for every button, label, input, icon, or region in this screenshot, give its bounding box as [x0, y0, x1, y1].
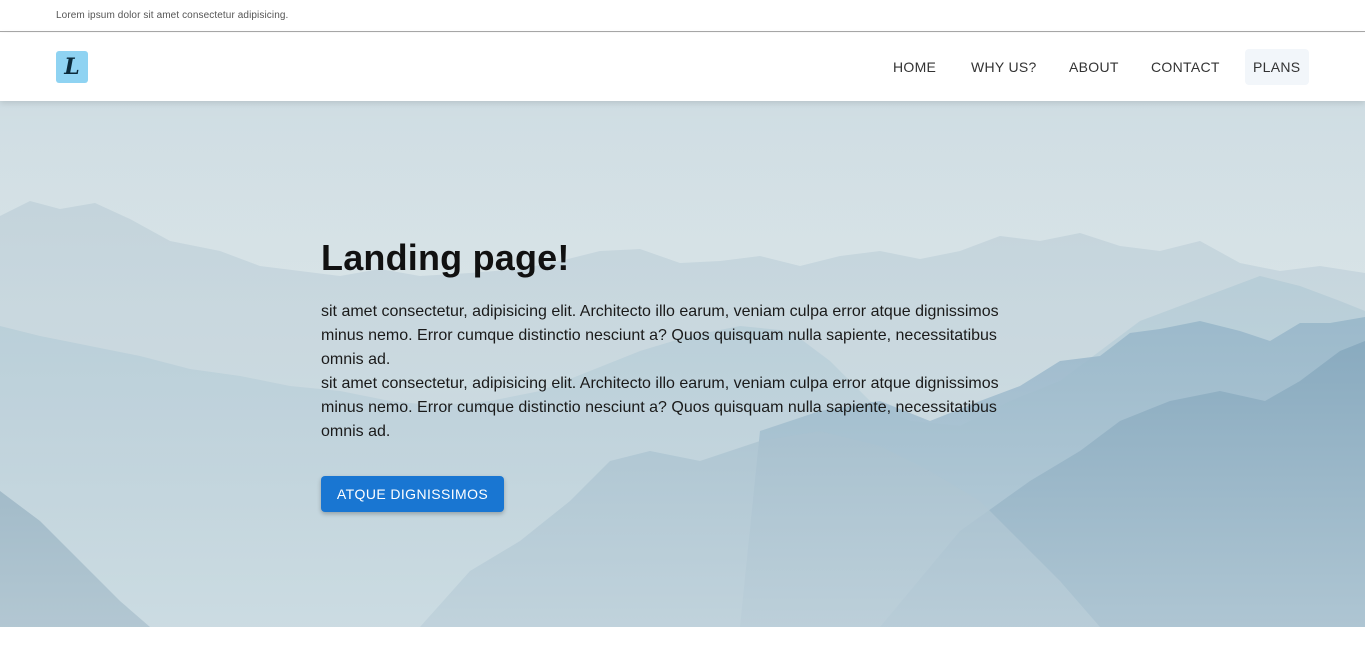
nav-item-contact[interactable]: CONTACT [1143, 49, 1228, 85]
logo-letter: L [64, 54, 80, 80]
logo[interactable]: L [56, 51, 88, 83]
announcement-text: Lorem ipsum dolor sit amet consectetur a… [56, 10, 289, 21]
top-announcement-bar: Lorem ipsum dolor sit amet consectetur a… [0, 0, 1365, 32]
nav-item-home[interactable]: HOME [885, 49, 944, 85]
nav-item-about[interactable]: ABOUT [1061, 49, 1127, 85]
hero-title: Landing page! [321, 237, 570, 278]
hero-paragraph: sit amet consectetur, adipisicing elit. … [321, 375, 999, 440]
hero-paragraph: sit amet consectetur, adipisicing elit. … [321, 303, 999, 368]
page-bottom-area [0, 627, 1365, 657]
cta-button[interactable]: ATQUE DIGNISSIMOS [321, 476, 504, 512]
nav-item-why-us[interactable]: WHY US? [963, 49, 1045, 85]
nav-item-plans[interactable]: PLANS [1245, 49, 1309, 85]
main-navbar: L HOME WHY US? ABOUT CONTACT PLANS [0, 33, 1365, 101]
hero-section: Landing page! sit amet consectetur, adip… [0, 101, 1365, 627]
